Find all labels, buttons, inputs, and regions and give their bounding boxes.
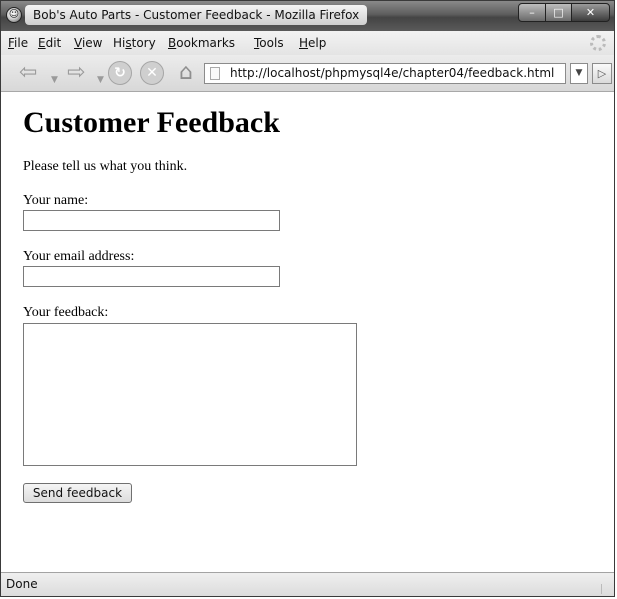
go-icon[interactable]: ▷ — [592, 63, 612, 84]
page-content: Customer Feedback Please tell us what yo… — [1, 92, 600, 572]
window-title: Bob's Auto Parts - Customer Feedback - M… — [25, 5, 368, 25]
menu-bookmarks-accesskey: B — [168, 36, 177, 50]
menu-tools-label: ools — [259, 36, 284, 50]
menu-history-label-post: tory — [131, 36, 156, 50]
page-margin — [600, 92, 614, 572]
menu-tools[interactable]: Tools — [254, 36, 284, 50]
send-feedback-button[interactable]: Send feedback — [23, 483, 132, 503]
url-bar[interactable]: http://localhost/phpmysql4e/chapter04/fe… — [204, 63, 566, 84]
home-icon[interactable]: ⌂ — [173, 61, 199, 85]
menu-file[interactable]: File — [8, 36, 28, 50]
throbber-icon — [590, 35, 606, 51]
url-text[interactable]: http://localhost/phpmysql4e/chapter04/fe… — [230, 66, 554, 80]
intro-text: Please tell us what you think. — [23, 159, 188, 174]
menu-view-label: iew — [81, 36, 103, 50]
feedback-textarea[interactable] — [23, 323, 357, 466]
menu-edit-accesskey: E — [38, 36, 46, 50]
url-history-dropdown-icon[interactable]: ▼ — [570, 63, 588, 84]
resize-grip-icon[interactable] — [601, 584, 612, 594]
menu-bar: File Edit View History Bookmarks Tools H… — [1, 31, 614, 55]
forward-history-dropdown-icon[interactable]: ▼ — [97, 69, 104, 91]
close-button[interactable]: ✕ — [571, 3, 610, 22]
feedback-label: Your feedback: — [23, 305, 109, 320]
menu-bookmarks[interactable]: Bookmarks — [168, 36, 235, 50]
menu-edit-label: dit — [45, 36, 62, 50]
stop-icon[interactable]: ✕ — [140, 61, 164, 85]
forward-icon[interactable]: ⇨ — [67, 62, 85, 84]
browser-window: ☺ Bob's Auto Parts - Customer Feedback -… — [0, 0, 615, 597]
name-label: Your name: — [23, 193, 89, 208]
maximize-button[interactable]: □ — [545, 3, 572, 22]
status-bar: Done — [1, 572, 614, 596]
reload-icon[interactable]: ↻ — [108, 61, 132, 85]
menu-view[interactable]: View — [74, 36, 102, 50]
menu-help[interactable]: Help — [299, 36, 326, 50]
page-title: Customer Feedback — [23, 106, 280, 139]
back-history-dropdown-icon[interactable]: ▼ — [51, 69, 58, 91]
email-label: Your email address: — [23, 249, 135, 264]
firefox-icon: ☺ — [6, 7, 22, 23]
menu-history[interactable]: History — [113, 36, 156, 50]
menu-history-label-pre: Hi — [113, 36, 126, 50]
email-input[interactable] — [23, 266, 280, 287]
back-icon[interactable]: ⇦ — [19, 62, 37, 84]
title-bar: ☺ Bob's Auto Parts - Customer Feedback -… — [1, 1, 614, 31]
menu-help-accesskey: H — [299, 36, 309, 50]
menu-edit[interactable]: Edit — [38, 36, 61, 50]
name-input[interactable] — [23, 210, 280, 231]
menu-help-label: elp — [308, 36, 327, 50]
status-text: Done — [6, 577, 38, 591]
menu-view-accesskey: V — [74, 36, 82, 50]
minimize-button[interactable]: – — [518, 3, 546, 22]
navigation-toolbar: ⇦ ▼ ⇨ ▼ ↻ ✕ ⌂ http://localhost/phpmysql4… — [1, 55, 614, 92]
menu-file-label: ile — [14, 36, 29, 50]
menu-bookmarks-label: ookmarks — [176, 36, 236, 50]
page-icon — [210, 67, 220, 80]
